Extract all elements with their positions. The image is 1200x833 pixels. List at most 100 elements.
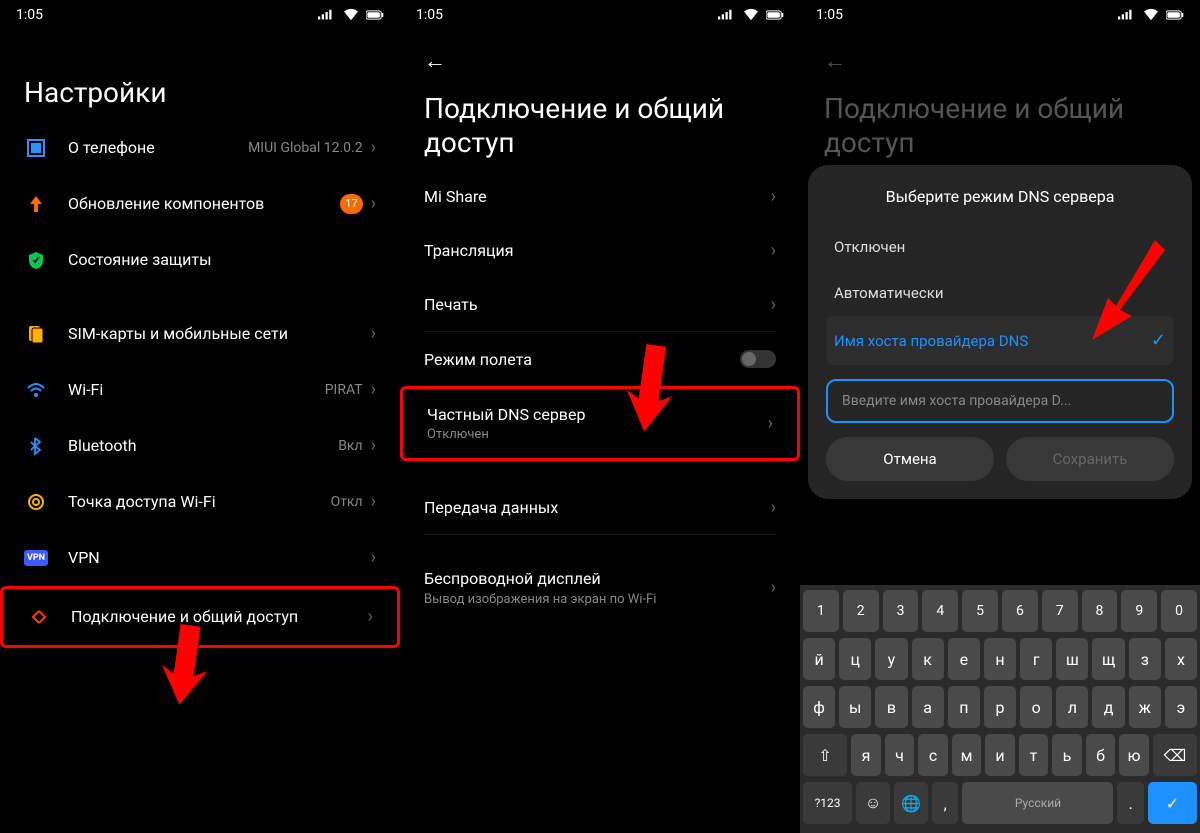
space-key[interactable]: Русский	[962, 782, 1113, 824]
item-label: Трансляция	[424, 241, 771, 260]
item-wifi[interactable]: Wi-Fi PIRAT ›	[0, 362, 400, 418]
key-н[interactable]: н	[984, 638, 1016, 680]
key-ч[interactable]: ч	[885, 734, 915, 776]
key-к[interactable]: к	[912, 638, 944, 680]
key-д[interactable]: д	[1092, 686, 1124, 728]
item-wireless-display[interactable]: Беспроводной дисплей Вывод изображения н…	[400, 553, 800, 622]
key-г[interactable]: г	[1020, 638, 1052, 680]
page-title: Настройки	[24, 76, 376, 110]
key-6[interactable]: 6	[1002, 590, 1038, 632]
key-и[interactable]: и	[985, 734, 1015, 776]
item-label: Беспроводной дисплей	[424, 569, 771, 588]
item-sublabel: Вывод изображения на экран по Wi-Fi	[424, 592, 771, 607]
key-5[interactable]: 5	[962, 590, 998, 632]
chevron-icon: ›	[771, 497, 776, 518]
item-data-usage[interactable]: Передача данных ›	[400, 480, 800, 534]
key-с[interactable]: с	[918, 734, 948, 776]
wifi-icon	[742, 8, 760, 22]
key-е[interactable]: е	[948, 638, 980, 680]
item-updates[interactable]: Обновление компонентов 17 ›	[0, 176, 400, 232]
key-й[interactable]: й	[803, 638, 835, 680]
symbols-key[interactable]: ?123	[803, 782, 852, 824]
bluetooth-icon	[24, 434, 48, 458]
key-7[interactable]: 7	[1042, 590, 1078, 632]
key-а[interactable]: а	[912, 686, 944, 728]
dialog-title: Выберите режим DNS сервера	[826, 187, 1174, 206]
key-0[interactable]: 0	[1161, 590, 1197, 632]
key-ж[interactable]: ж	[1129, 686, 1161, 728]
key-э[interactable]: э	[1165, 686, 1197, 728]
item-cast[interactable]: Трансляция ›	[400, 223, 800, 277]
key-з[interactable]: з	[1129, 638, 1161, 680]
key-ш[interactable]: ш	[1056, 638, 1088, 680]
key-у[interactable]: у	[875, 638, 907, 680]
key-т[interactable]: т	[1019, 734, 1049, 776]
chevron-icon: ›	[771, 294, 776, 315]
status-bar: 1:05	[0, 0, 400, 30]
dns-hostname-input[interactable]: Введите имя хоста провайдера D...	[826, 379, 1174, 423]
status-bar: 1:05	[800, 0, 1200, 30]
key-щ[interactable]: щ	[1092, 638, 1124, 680]
item-sim[interactable]: SIM-карты и мобильные сети ›	[0, 306, 400, 362]
key-ы[interactable]: ы	[839, 686, 871, 728]
keyboard[interactable]: 1234567890 йцукенгшщзх фывапролджэ ⇧ ячс…	[800, 585, 1200, 833]
item-value: MIUI Global 12.0.2	[248, 140, 363, 156]
item-bluetooth[interactable]: Bluetooth Вкл ›	[0, 418, 400, 474]
key-х[interactable]: х	[1165, 638, 1197, 680]
key-ф[interactable]: ф	[803, 686, 835, 728]
key-9[interactable]: 9	[1121, 590, 1157, 632]
chevron-icon: ›	[771, 577, 776, 598]
airplane-toggle[interactable]	[740, 350, 776, 368]
item-print[interactable]: Печать ›	[400, 277, 800, 331]
key-3[interactable]: 3	[883, 590, 919, 632]
chevron-icon: ›	[371, 547, 376, 568]
period-key[interactable]: .	[1117, 782, 1143, 824]
save-button[interactable]: Сохранить	[1006, 437, 1174, 481]
key-4[interactable]: 4	[922, 590, 958, 632]
item-vpn[interactable]: VPN VPN ›	[0, 530, 400, 586]
globe-key[interactable]: 🌐	[894, 782, 928, 824]
key-п[interactable]: п	[948, 686, 980, 728]
chevron-icon: ›	[371, 323, 376, 344]
item-about-phone[interactable]: О телефоне MIUI Global 12.0.2 ›	[0, 120, 400, 176]
key-м[interactable]: м	[952, 734, 982, 776]
enter-key[interactable]: ✓	[1148, 782, 1197, 824]
signal-icon	[318, 8, 336, 22]
shift-key[interactable]: ⇧	[803, 734, 847, 776]
emoji-key[interactable]: ☺	[856, 782, 890, 824]
status-time: 1:05	[416, 7, 443, 23]
chevron-icon: ›	[771, 186, 776, 207]
item-label: О телефоне	[68, 138, 248, 157]
share-icon	[27, 605, 51, 629]
kb-row-bottom: ?123 ☺ 🌐 , Русский . ✓	[803, 782, 1197, 824]
item-hotspot[interactable]: Точка доступа Wi-Fi Откл ›	[0, 474, 400, 530]
update-badge: 17	[340, 194, 362, 214]
key-я[interactable]: я	[851, 734, 881, 776]
key-б[interactable]: б	[1086, 734, 1116, 776]
key-л[interactable]: л	[1056, 686, 1088, 728]
page-title: Подключение и общий доступ	[824, 92, 1176, 159]
key-1[interactable]: 1	[803, 590, 839, 632]
back-button[interactable]: ←	[424, 48, 446, 74]
comma-key[interactable]: ,	[932, 782, 958, 824]
chevron-icon: ›	[771, 240, 776, 261]
key-в[interactable]: в	[875, 686, 907, 728]
item-security[interactable]: Состояние защиты	[0, 232, 400, 288]
key-ь[interactable]: ь	[1052, 734, 1082, 776]
key-о[interactable]: о	[1020, 686, 1052, 728]
key-р[interactable]: р	[984, 686, 1016, 728]
cancel-button[interactable]: Отмена	[826, 437, 994, 481]
backspace-key[interactable]: ⌫	[1153, 734, 1197, 776]
item-airplane-mode[interactable]: Режим полета	[400, 332, 800, 386]
item-value: PIRAT	[325, 382, 363, 398]
key-8[interactable]: 8	[1082, 590, 1118, 632]
status-icons	[718, 8, 784, 22]
key-ц[interactable]: ц	[839, 638, 871, 680]
item-private-dns[interactable]: Частный DNS сервер Отключен ›	[403, 389, 797, 458]
item-mishare[interactable]: Mi Share ›	[400, 169, 800, 223]
key-2[interactable]: 2	[843, 590, 879, 632]
back-button: ←	[824, 48, 846, 74]
item-label: Mi Share	[424, 187, 771, 206]
key-ю[interactable]: ю	[1119, 734, 1149, 776]
connection-list: Mi Share › Трансляция › Печать › Режим п…	[400, 169, 800, 622]
